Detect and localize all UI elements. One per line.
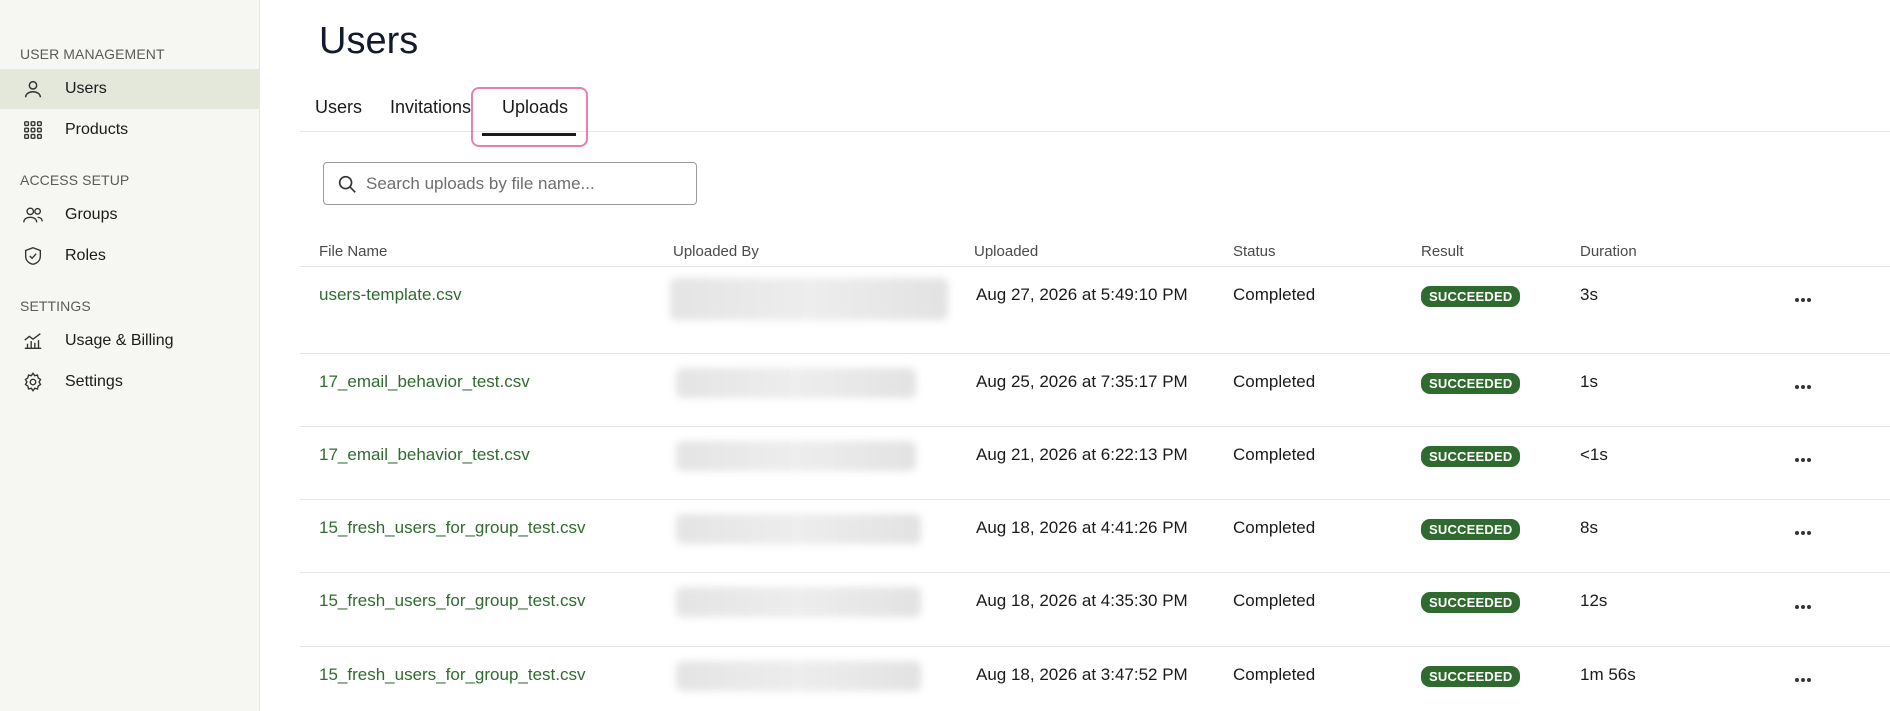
- more-actions-icon[interactable]: [1792, 670, 1814, 690]
- sidebar-item-label: Groups: [65, 206, 118, 223]
- status-badge: SUCCEEDED: [1421, 286, 1521, 307]
- sidebar-item-label: Products: [65, 121, 129, 138]
- column-header-uploaded: Uploaded: [974, 243, 1039, 260]
- sidebar-item-label: Users: [65, 80, 107, 97]
- more-actions-icon[interactable]: [1792, 597, 1814, 617]
- search-input[interactable]: [366, 173, 686, 194]
- sidebar-section-access-setup: ACCESS SETUP: [20, 172, 130, 188]
- more-actions-icon[interactable]: [1792, 450, 1814, 470]
- uploaded-by-redacted: [670, 278, 948, 320]
- sidebar-item-label: Settings: [65, 373, 123, 390]
- sidebar-item-label: Roles: [65, 247, 106, 264]
- status-badge: SUCCEEDED: [1421, 373, 1521, 394]
- column-header-result: Result: [1421, 243, 1464, 260]
- sidebar-item-usage-billing[interactable]: Usage & Billing: [0, 321, 259, 361]
- column-header-file-name: File Name: [319, 243, 388, 260]
- file-name-link[interactable]: 15_fresh_users_for_group_test.csv: [319, 665, 586, 685]
- uploaded-date: Aug 27, 2026 at 5:49:10 PM: [976, 285, 1188, 304]
- gear-icon: [22, 371, 44, 393]
- duration: 3s: [1580, 285, 1598, 304]
- status-badge: SUCCEEDED: [1421, 666, 1521, 687]
- uploaded-by-redacted: [676, 368, 916, 398]
- status-badge: SUCCEEDED: [1421, 519, 1521, 540]
- uploaded-by-redacted: [676, 661, 921, 691]
- sidebar-section-settings: SETTINGS: [20, 298, 91, 314]
- search-icon: [338, 175, 356, 193]
- duration: 1m 56s: [1580, 665, 1636, 684]
- tab-uploads[interactable]: Uploads: [502, 97, 568, 118]
- users-icon: [22, 204, 44, 226]
- file-name-link[interactable]: 17_email_behavior_test.csv: [319, 445, 530, 465]
- uploaded-by-redacted: [676, 514, 921, 544]
- uploaded-date: Aug 21, 2026 at 6:22:13 PM: [976, 445, 1188, 464]
- file-name-link[interactable]: 17_email_behavior_test.csv: [319, 372, 530, 392]
- uploaded-date: Aug 18, 2026 at 3:47:52 PM: [976, 665, 1188, 684]
- column-header-status: Status: [1233, 243, 1276, 260]
- status-text: Completed: [1233, 518, 1316, 537]
- uploaded-by-redacted: [676, 441, 916, 471]
- tab-active-indicator: [482, 133, 576, 136]
- status-text: Completed: [1233, 445, 1316, 464]
- uploaded-date: Aug 18, 2026 at 4:41:26 PM: [976, 518, 1188, 537]
- sidebar-item-groups[interactable]: Groups: [0, 195, 259, 235]
- sidebar: USER MANAGEMENT Users Products ACCESS SE…: [0, 0, 260, 711]
- uploaded-by-redacted: [676, 587, 921, 617]
- file-name-link[interactable]: 15_fresh_users_for_group_test.csv: [319, 591, 586, 611]
- user-icon: [22, 78, 44, 100]
- sidebar-section-user-management: USER MANAGEMENT: [20, 46, 165, 62]
- duration: 12s: [1580, 591, 1608, 610]
- sidebar-item-label: Usage & Billing: [65, 332, 174, 349]
- more-actions-icon[interactable]: [1792, 523, 1814, 543]
- status-text: Completed: [1233, 665, 1316, 684]
- sidebar-item-roles[interactable]: Roles: [0, 236, 259, 276]
- file-name-link[interactable]: 15_fresh_users_for_group_test.csv: [319, 518, 586, 538]
- column-header-duration: Duration: [1580, 243, 1637, 260]
- status-text: Completed: [1233, 285, 1316, 304]
- sidebar-item-settings[interactable]: Settings: [0, 362, 259, 402]
- more-actions-icon[interactable]: [1792, 290, 1814, 310]
- duration: 1s: [1580, 372, 1598, 391]
- more-actions-icon[interactable]: [1792, 377, 1814, 397]
- duration: 8s: [1580, 518, 1598, 537]
- grid-icon: [22, 119, 44, 141]
- uploaded-date: Aug 25, 2026 at 7:35:17 PM: [976, 372, 1188, 391]
- duration: <1s: [1580, 445, 1608, 464]
- sidebar-item-products[interactable]: Products: [0, 110, 259, 150]
- file-name-link[interactable]: users-template.csv: [319, 285, 462, 305]
- tab-users[interactable]: Users: [315, 97, 362, 118]
- status-badge: SUCCEEDED: [1421, 446, 1521, 467]
- shield-icon: [22, 245, 44, 267]
- status-text: Completed: [1233, 372, 1316, 391]
- column-header-uploaded-by: Uploaded By: [673, 243, 759, 260]
- status-badge: SUCCEEDED: [1421, 592, 1521, 613]
- page-title: Users: [319, 20, 419, 62]
- tab-invitations[interactable]: Invitations: [390, 97, 471, 118]
- chart-icon: [22, 330, 44, 352]
- status-text: Completed: [1233, 591, 1316, 610]
- uploaded-date: Aug 18, 2026 at 4:35:30 PM: [976, 591, 1188, 610]
- search-box: [323, 162, 697, 205]
- table-row: [300, 266, 1890, 354]
- sidebar-item-users[interactable]: Users: [0, 69, 259, 109]
